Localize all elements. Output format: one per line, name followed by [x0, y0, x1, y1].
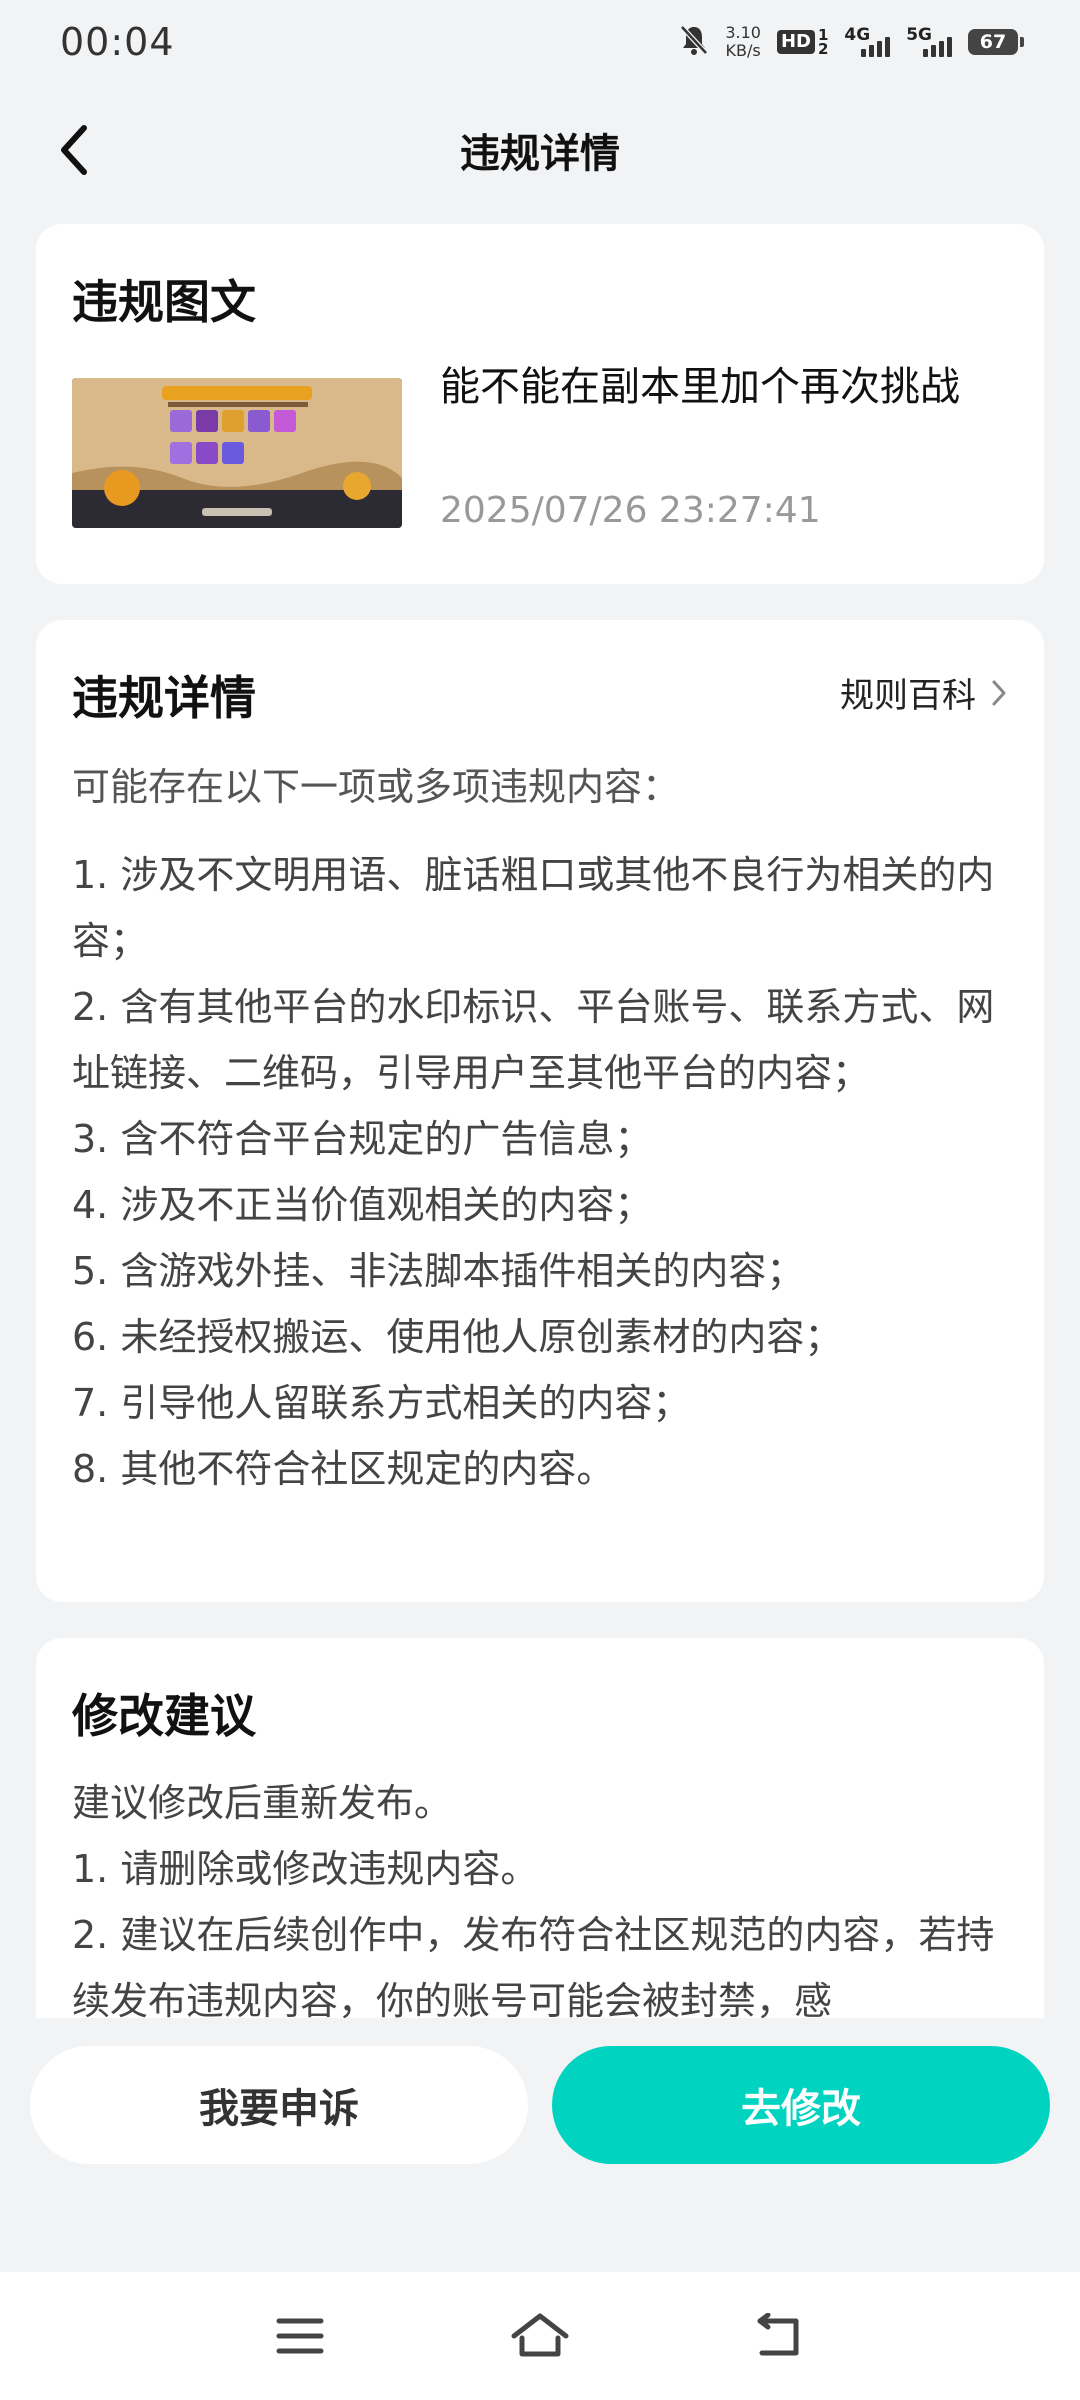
chevron-left-icon — [61, 125, 87, 175]
back-button[interactable] — [48, 122, 104, 178]
post-card-title: 违规图文 — [72, 275, 256, 329]
page-title: 违规详情 — [460, 131, 620, 177]
suggestion-line: 2. 建议在后续创作中，发布符合社区规范的内容，若持续发布违规内容，你的账号可能… — [72, 1913, 995, 2018]
signal-bars-icon — [861, 37, 891, 57]
network-speed-unit: KB/s — [725, 41, 761, 60]
suggestion-card-title: 修改建议 — [72, 1689, 256, 1743]
violation-item: 2. 含有其他平台的水印标识、平台账号、联系方式、网址链接、二维码，引导用户至其… — [72, 985, 995, 1095]
battery-icon: 67 — [968, 29, 1024, 55]
system-nav-bar — [0, 2272, 1080, 2400]
status-bar: 00:04 3.10 KB/s HD 1 2 4G 5G 67 — [0, 0, 1080, 84]
nav-menu-button[interactable] — [264, 2300, 336, 2372]
menu-icon — [276, 2318, 324, 2354]
hd-bottom: 2 — [817, 40, 829, 58]
violation-item: 1. 涉及不文明用语、脏话粗口或其他不良行为相关的内容； — [72, 853, 995, 963]
violation-post-card: 违规图文 能不能在副本里加个再次挑战 2025/07/26 23:27:41 — [36, 224, 1044, 584]
nav-home-button[interactable] — [504, 2300, 576, 2372]
suggestion-line: 1. 请删除或修改违规内容。 — [72, 1847, 539, 1891]
violation-item: 6. 未经授权搬运、使用他人原创素材的内容； — [72, 1315, 843, 1359]
details-card-title: 违规详情 — [72, 671, 256, 725]
violation-item: 4. 涉及不正当价值观相关的内容； — [72, 1183, 653, 1227]
hd-voice-indicator: HD 1 2 — [776, 28, 829, 58]
modify-button[interactable]: 去修改 — [552, 2046, 1050, 2164]
suggestion-line: 建议修改后重新发布。 — [72, 1781, 453, 1825]
violation-item: 7. 引导他人留联系方式相关的内容； — [72, 1381, 691, 1425]
post-date: 2025/07/26 23:27:41 — [440, 490, 821, 531]
mute-icon — [679, 24, 709, 60]
hd-label: HD — [776, 30, 815, 54]
violation-item: 3. 含不符合平台规定的广告信息； — [72, 1117, 653, 1161]
suggestion-list: 建议修改后重新发布。 1. 请删除或修改违规内容。 2. 建议在后续创作中，发布… — [72, 1770, 1008, 2018]
network-speed: 3.10 KB/s — [725, 24, 761, 60]
signal-4g: 4G — [844, 27, 891, 57]
home-icon — [511, 2313, 569, 2357]
status-icons: 3.10 KB/s HD 1 2 4G 5G 67 — [679, 24, 1024, 60]
chevron-right-icon — [992, 680, 1006, 705]
battery-level: 67 — [979, 31, 1007, 53]
status-time: 00:04 — [60, 20, 175, 64]
nav-back-button[interactable] — [744, 2300, 816, 2372]
appeal-button[interactable]: 我要申诉 — [30, 2046, 528, 2164]
rules-wiki-label: 规则百科 — [840, 676, 976, 716]
signal-5g: 5G — [906, 27, 952, 57]
violation-item: 8. 其他不符合社区规定的内容。 — [72, 1447, 615, 1491]
post-text: 能不能在副本里加个再次挑战 — [440, 364, 960, 410]
network-speed-value: 3.10 — [725, 23, 761, 42]
rules-wiki-link[interactable]: 规则百科 — [840, 668, 1008, 717]
violation-details-card: 违规详情 规则百科 可能存在以下一项或多项违规内容： 1. 涉及不文明用语、脏话… — [36, 620, 1044, 1602]
header: 违规详情 — [0, 104, 1080, 196]
signal-bars-icon — [923, 37, 952, 57]
details-intro: 可能存在以下一项或多项违规内容： — [72, 765, 681, 809]
post-thumbnail[interactable] — [72, 378, 402, 528]
suggestion-card: 修改建议 建议修改后重新发布。 1. 请删除或修改违规内容。 2. 建议在后续创… — [36, 1638, 1044, 2018]
violation-list: 1. 涉及不文明用语、脏话粗口或其他不良行为相关的内容； 2. 含有其他平台的水… — [72, 842, 1008, 1502]
violation-item: 5. 含游戏外挂、非法脚本插件相关的内容； — [72, 1249, 805, 1293]
back-icon — [757, 2313, 799, 2356]
